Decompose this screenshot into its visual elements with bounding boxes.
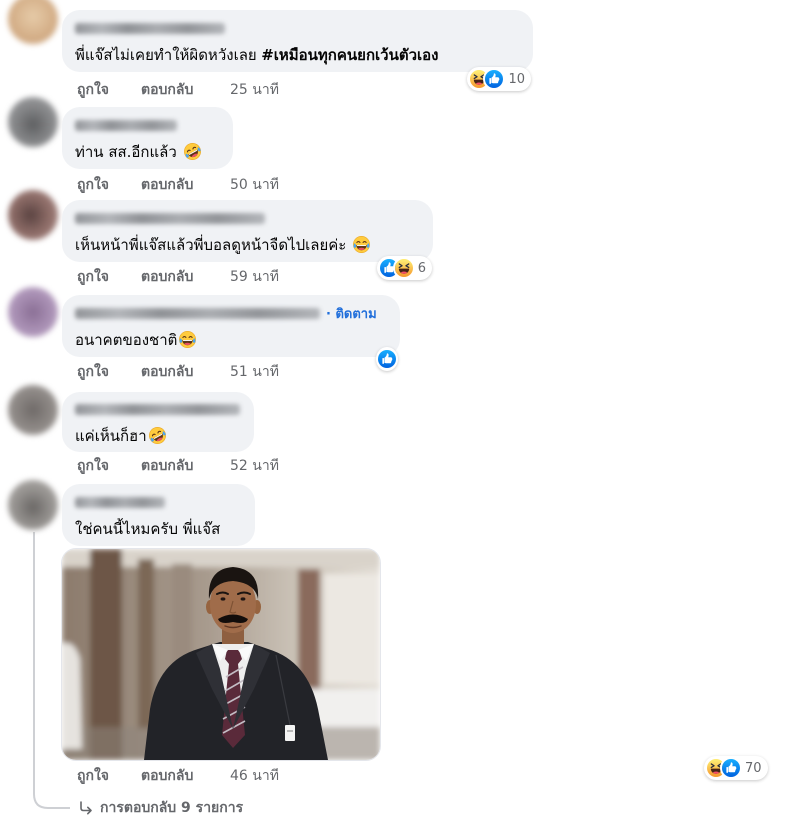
like-reaction-icon <box>378 350 396 368</box>
comment-text: เห็นหน้าพี่แจ๊สแล้วพี่บอลดูหน้าจืดไปเลยค… <box>75 236 347 254</box>
follow-link[interactable]: · ติดตาม <box>326 303 377 324</box>
avatar[interactable] <box>8 190 58 240</box>
like-button[interactable]: ถูกใจ <box>77 457 141 475</box>
author-row <box>75 208 419 228</box>
comment-text: ใช่คนนี้ไหมครับ พี่แจ๊ส <box>75 520 221 538</box>
avatar[interactable] <box>8 97 58 147</box>
reply-button[interactable]: ตอบกลับ <box>141 457 230 475</box>
comment-text: พี่แจ๊สไม่เคยทำให้ผิดหวังเลย <box>75 46 257 64</box>
reaction-count: 70 <box>745 760 762 776</box>
like-button[interactable]: ถูกใจ <box>77 767 141 785</box>
author-row <box>75 492 241 512</box>
comment-actions: ถูกใจ ตอบกลับ 50 นาที <box>77 176 279 194</box>
comment-bubble: พี่แจ๊สไม่เคยทำให้ผิดหวังเลย #เหมือนทุกคน… <box>62 10 533 91</box>
comment-bubble: · ติดตาม อนาคตของชาติ <box>62 295 400 371</box>
photo-image <box>62 549 380 760</box>
comment-text: แค่เห็นก็ฮา <box>75 427 147 445</box>
author-row <box>75 399 240 419</box>
like-button[interactable]: ถูกใจ <box>77 176 141 194</box>
like-button[interactable]: ถูกใจ <box>77 268 141 286</box>
haha-reaction-icon <box>394 259 413 277</box>
like-button[interactable]: ถูกใจ <box>77 81 141 99</box>
author-name-blurred[interactable] <box>75 403 240 415</box>
reaction-summary[interactable]: 6 <box>376 256 432 280</box>
author-row <box>75 18 519 38</box>
comment-text-row: เห็นหน้าพี่แจ๊สแล้วพี่บอลดูหน้าจืดไปเลยค… <box>75 232 419 258</box>
comment-bubble: แค่เห็นก็ฮา <box>62 392 254 452</box>
timestamp[interactable]: 59 นาที <box>230 268 279 286</box>
avatar[interactable] <box>8 0 58 44</box>
author-name-blurred[interactable] <box>75 119 177 131</box>
comment-bubble: ท่าน สส.อีกแล้ว <box>62 107 233 169</box>
reply-button[interactable]: ตอบกลับ <box>141 81 230 99</box>
reaction-summary[interactable] <box>376 347 398 371</box>
comment-text-row: ใช่คนนี้ไหมครับ พี่แจ๊ส <box>75 516 241 542</box>
comment-actions: ถูกใจ ตอบกลับ 59 นาที <box>77 268 279 286</box>
author-name-blurred[interactable] <box>75 212 265 224</box>
comment-text-row: แค่เห็นก็ฮา <box>75 423 240 449</box>
comment-actions: ถูกใจ ตอบกลับ 52 นาที <box>77 457 279 475</box>
author-row <box>75 115 219 135</box>
comment-text-row: พี่แจ๊สไม่เคยทำให้ผิดหวังเลย #เหมือนทุกคน… <box>75 42 519 68</box>
hashtag-link[interactable]: #เหมือนทุกคนยกเว้นตัวเอง <box>261 46 438 64</box>
author-name-blurred[interactable] <box>75 22 225 34</box>
comment-text-row: ท่าน สส.อีกแล้ว <box>75 139 219 165</box>
reaction-summary[interactable]: 70 <box>704 756 768 780</box>
timestamp[interactable]: 50 นาที <box>230 176 279 194</box>
face-with-tears-of-joy-emoji-icon <box>352 235 371 254</box>
reply-button[interactable]: ตอบกลับ <box>141 363 230 381</box>
reaction-count: 10 <box>508 71 525 87</box>
timestamp[interactable]: 46 นาที <box>230 767 279 785</box>
view-replies-label: การตอบกลับ 9 รายการ <box>100 800 244 816</box>
comment-bubble: เห็นหน้าพี่แจ๊สแล้วพี่บอลดูหน้าจืดไปเลยค… <box>62 200 433 280</box>
like-reaction-icon <box>722 759 740 777</box>
comment-bubble: ใช่คนนี้ไหมครับ พี่แจ๊ส <box>62 484 255 546</box>
reply-button[interactable]: ตอบกลับ <box>141 268 230 286</box>
reaction-summary[interactable]: 10 <box>467 67 531 91</box>
comment-text: อนาคตของชาติ <box>75 331 178 349</box>
author-row: · ติดตาม <box>75 303 386 323</box>
avatar[interactable] <box>8 287 58 337</box>
comment-thread: พี่แจ๊สไม่เคยทำให้ผิดหวังเลย #เหมือนทุกคน… <box>0 0 800 823</box>
timestamp[interactable]: 52 นาที <box>230 457 279 475</box>
comment-actions: ถูกใจ ตอบกลับ 51 นาที <box>77 363 279 381</box>
author-name-blurred[interactable] <box>75 496 165 508</box>
comment-photo[interactable] <box>62 549 380 760</box>
author-name-blurred[interactable] <box>75 307 320 319</box>
avatar[interactable] <box>8 385 58 435</box>
like-reaction-icon <box>485 70 504 88</box>
comment-text-row: อนาคตของชาติ <box>75 327 386 353</box>
timestamp[interactable]: 51 นาที <box>230 363 279 381</box>
reply-button[interactable]: ตอบกลับ <box>141 176 230 194</box>
rolling-on-floor-laughing-emoji-icon <box>183 142 202 161</box>
avatar[interactable] <box>8 480 58 530</box>
reply-button[interactable]: ตอบกลับ <box>141 767 230 785</box>
face-with-tears-of-joy-emoji-icon <box>178 330 197 349</box>
comment-actions: ถูกใจ ตอบกลับ 46 นาที <box>77 767 279 785</box>
comment-text: ท่าน สส.อีกแล้ว <box>75 143 177 161</box>
view-replies-link[interactable]: การตอบกลับ 9 รายการ <box>78 799 243 817</box>
comment-actions: ถูกใจ ตอบกลับ 25 นาที <box>77 81 279 99</box>
reply-arrow-icon <box>78 800 94 816</box>
like-button[interactable]: ถูกใจ <box>77 363 141 381</box>
reaction-count: 6 <box>417 260 426 276</box>
timestamp[interactable]: 25 นาที <box>230 81 279 99</box>
rolling-on-floor-laughing-emoji-icon <box>148 426 167 445</box>
